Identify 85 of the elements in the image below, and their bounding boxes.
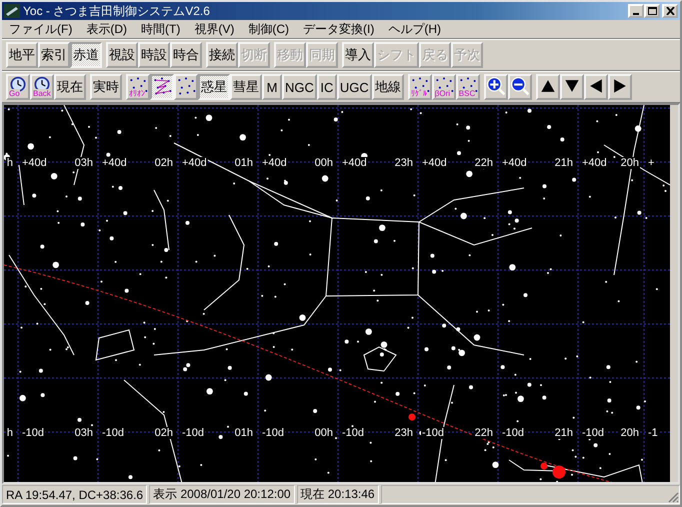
close-button[interactable] — [662, 4, 678, 18]
grid-label: 02h — [154, 427, 173, 439]
toolbar-button[interactable]: 時合 — [170, 42, 202, 68]
grid-label: +40d — [342, 157, 367, 169]
menu-item[interactable]: 時間(T) — [134, 20, 188, 38]
grid-label: 22h — [474, 157, 493, 169]
zoom-out-icon — [510, 76, 530, 96]
grid-label: 01h — [234, 157, 253, 169]
maximize-button[interactable] — [644, 4, 660, 18]
toolbar-button[interactable]: IC — [316, 74, 337, 100]
grid-label: +40d — [182, 157, 207, 169]
grid-label: 02h — [154, 157, 173, 169]
toolbar-button[interactable]: 彗星 — [230, 74, 262, 100]
grid-label: +40d — [422, 157, 447, 169]
grid-label: 20h — [620, 157, 639, 169]
minimize-button[interactable] — [628, 4, 644, 18]
grid-label: + — [648, 157, 654, 169]
grid-label: -1 — [648, 427, 658, 439]
grid-label: h — [6, 157, 13, 169]
grid-label: -10d — [102, 427, 124, 439]
menu-item[interactable]: ファイル(F) — [2, 20, 80, 38]
grid-label: -10d — [502, 427, 524, 439]
toolbar-button[interactable]: UGC — [336, 74, 372, 100]
menu-item[interactable]: 表示(D) — [79, 20, 134, 38]
zoom-in-icon — [486, 76, 506, 96]
window-title: Yoc - さつま吉田制御システムV2.6 — [23, 2, 211, 20]
grid-label: 03h — [74, 157, 93, 169]
toolbar-button[interactable]: 接続 — [206, 42, 238, 68]
menu-item[interactable]: 視界(V) — [187, 20, 242, 38]
toolbar-button[interactable]: 視設 — [106, 42, 138, 68]
grid-label: -10d — [422, 427, 444, 439]
grid-label: -10d — [182, 427, 204, 439]
grid-label: 23h — [394, 427, 413, 439]
toolbar-button[interactable] — [150, 74, 174, 100]
grid-label: h — [6, 427, 13, 439]
planet-dot — [408, 414, 416, 420]
toolbar-button[interactable]: 導入 — [342, 42, 374, 68]
toolbar-button[interactable] — [608, 74, 632, 100]
toolbar-button[interactable] — [560, 74, 584, 100]
grid-label: +40d — [582, 157, 607, 169]
planet-dot — [552, 466, 566, 478]
grid-label: 22h — [474, 427, 493, 439]
grid-label: +40d — [22, 157, 47, 169]
grid-label: -10d — [262, 427, 284, 439]
toolbar-button[interactable] — [536, 74, 560, 100]
toolbar-button[interactable] — [584, 74, 608, 100]
toolbar-button[interactable]: 現在 — [54, 74, 86, 100]
grid-label: 03h — [74, 427, 93, 439]
grid-label: 20h — [620, 427, 639, 439]
grid-label: 23h — [394, 157, 413, 169]
constellation-lines-icon — [152, 76, 172, 96]
toolbar-button[interactable] — [484, 74, 508, 100]
grid-label: +40d — [262, 157, 287, 169]
toolbar-button[interactable] — [174, 74, 198, 100]
grid-label: 00h — [314, 157, 333, 169]
toolbar-button[interactable]: 地平 — [6, 42, 38, 68]
toolbar-button[interactable]: 実時 — [90, 74, 122, 100]
grid-label: 00h — [314, 427, 333, 439]
grid-label: 21h — [554, 157, 573, 169]
toolbar-button[interactable]: 惑星 — [198, 74, 230, 100]
menu-item[interactable]: データ変換(I) — [296, 20, 382, 38]
toolbar-button[interactable]: 地線 — [372, 74, 404, 100]
toolbar-button[interactable]: 索引 — [38, 42, 70, 68]
status-panel: 表示 2008/01/20 20:12:00 — [149, 485, 295, 504]
close-icon — [666, 7, 674, 15]
grid-label: 21h — [554, 427, 573, 439]
maximize-icon — [648, 7, 656, 15]
grid-label: +40d — [102, 157, 127, 169]
menu-item[interactable]: ヘルプ(H) — [381, 20, 448, 38]
toolbar-button[interactable]: NGC — [282, 74, 317, 100]
status-panel: RA 19:54.47, DC+38:36.6 — [2, 485, 148, 504]
planet-dot — [540, 462, 548, 470]
grid-label: -10d — [582, 427, 604, 439]
star-dots-icon — [176, 76, 196, 96]
grid-label: -10d — [342, 427, 364, 439]
status-panel: 現在 20:13:46 — [296, 485, 379, 504]
toolbar-button[interactable]: 赤道 — [70, 42, 102, 68]
grid-label: 01h — [234, 427, 253, 439]
grid-label: -10d — [22, 427, 44, 439]
toolbar-button[interactable] — [508, 74, 532, 100]
resize-grip-icon[interactable] — [668, 492, 679, 503]
toolbar-button[interactable]: M — [262, 74, 282, 100]
menu-item[interactable]: 制御(C) — [241, 20, 296, 38]
grid-label: +40d — [502, 157, 527, 169]
toolbar-button[interactable]: 時設 — [138, 42, 170, 68]
